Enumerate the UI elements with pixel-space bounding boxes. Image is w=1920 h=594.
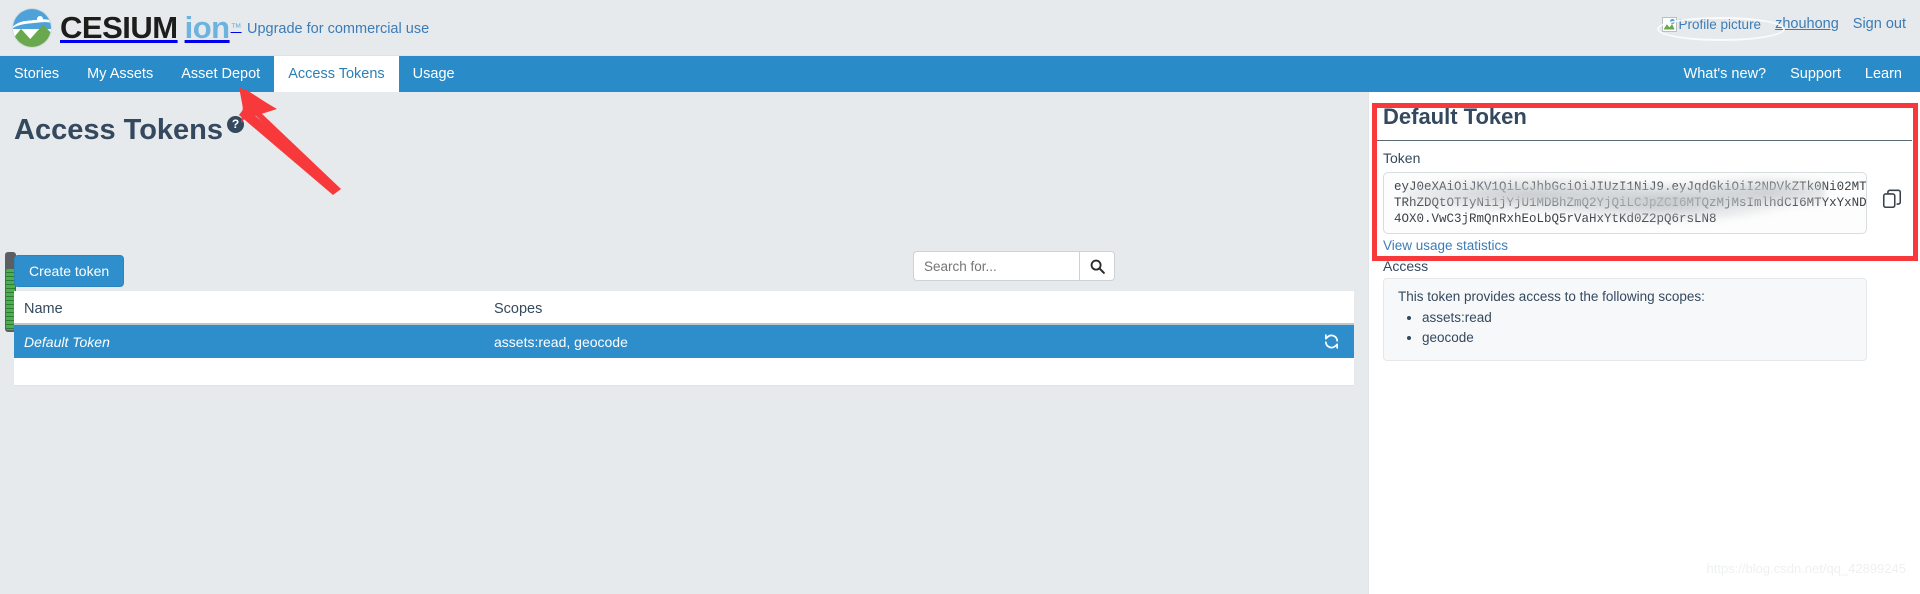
cesium-ion-access-tokens-page: CESIUM ion ™ Upgrade for commercial use … [0, 0, 1920, 594]
column-header-name[interactable]: Name [14, 301, 494, 323]
cesium-ion-logo[interactable]: CESIUM ion ™ [12, 7, 242, 49]
refresh-icon[interactable] [1323, 333, 1340, 350]
cesium-logo-icon [12, 8, 52, 48]
profile-alt-highlight-ellipse [1657, 17, 1785, 41]
table-cell-name: Default Token [24, 333, 110, 350]
list-item: geocode [1422, 328, 1852, 348]
search-input[interactable] [913, 251, 1079, 281]
token-line-3: 4OX0.VwC3jRmQnRxhEoLbQ5rVaHxYtKd0Z2pQ6rs… [1394, 212, 1717, 226]
tokens-table: Name Scopes Default Token assets:read, g… [14, 291, 1354, 386]
nav-item-access-tokens[interactable]: Access Tokens [274, 56, 399, 92]
create-token-button[interactable]: Create token [14, 255, 125, 287]
nav-item-learn[interactable]: Learn [1853, 56, 1914, 92]
table-row[interactable]: Default Token assets:read, geocode [14, 325, 1354, 358]
nav-item-whats-new[interactable]: What's new? [1672, 56, 1779, 92]
nav-item-usage[interactable]: Usage [399, 56, 469, 92]
brand-name-cesium: CESIUM [60, 10, 178, 45]
token-value-box[interactable]: eyJ0eXAiOiJKV1QiLCJhbGciOiJIUzI1NiJ9.eyJ… [1383, 172, 1867, 234]
main-content-panel: Access Tokens ? Create token Name Scopes… [0, 92, 1368, 594]
main-navigation-bar: Stories My Assets Asset Depot Access Tok… [0, 56, 1920, 92]
nav-item-stories[interactable]: Stories [0, 56, 73, 92]
detail-title: Default Token [1383, 104, 1527, 129]
trademark-symbol: ™ [230, 22, 242, 34]
search-button[interactable] [1079, 251, 1115, 281]
page-title: Access Tokens [14, 114, 224, 146]
view-usage-statistics-link[interactable]: View usage statistics [1383, 238, 1508, 253]
access-description: This token provides access to the follow… [1398, 289, 1705, 304]
brand-name-ion: ion [184, 10, 231, 45]
table-header-row: Name Scopes [14, 291, 1354, 325]
search-icon [1090, 259, 1105, 274]
table-empty-area [14, 358, 1354, 386]
token-line-1: eyJ0eXAiOiJKV1QiLCJhbGciOiJIUzI1NiJ9.eyJ… [1394, 180, 1867, 194]
help-icon[interactable]: ? [227, 116, 244, 133]
nav-left-group: Stories My Assets Asset Depot Access Tok… [0, 56, 469, 92]
token-line-2: TRhZDQtOTIyNi1jYjU1MDBhZmQ2YjQiLCJpZCI6M… [1394, 196, 1867, 210]
top-bar: CESIUM ion ™ Upgrade for commercial use … [0, 0, 1920, 56]
access-section-label: Access [1383, 258, 1429, 274]
upgrade-link[interactable]: Upgrade for commercial use [247, 21, 429, 37]
nav-item-support[interactable]: Support [1778, 56, 1853, 92]
table-cell-scopes: assets:read, geocode [494, 333, 628, 350]
watermark: https://blog.csdn.net/qq_42899245 [1706, 561, 1907, 576]
access-scope-list: assets:read geocode [1422, 308, 1852, 348]
nav-item-asset-depot[interactable]: Asset Depot [167, 56, 274, 92]
search-bar [913, 251, 1115, 281]
nav-item-my-assets[interactable]: My Assets [73, 56, 167, 92]
column-header-scopes[interactable]: Scopes [494, 301, 1354, 323]
access-scopes-box: This token provides access to the follow… [1383, 278, 1867, 361]
sign-out-link[interactable]: Sign out [1853, 16, 1906, 32]
token-detail-panel: Default Token Token eyJ0eXAiOiJKV1QiLCJh… [1368, 92, 1920, 594]
token-field-label: Token [1383, 150, 1421, 166]
copy-icon[interactable] [1881, 188, 1903, 210]
nav-right-group: What's new? Support Learn [1672, 56, 1914, 92]
detail-title-divider [1377, 140, 1912, 141]
list-item: assets:read [1422, 308, 1852, 328]
